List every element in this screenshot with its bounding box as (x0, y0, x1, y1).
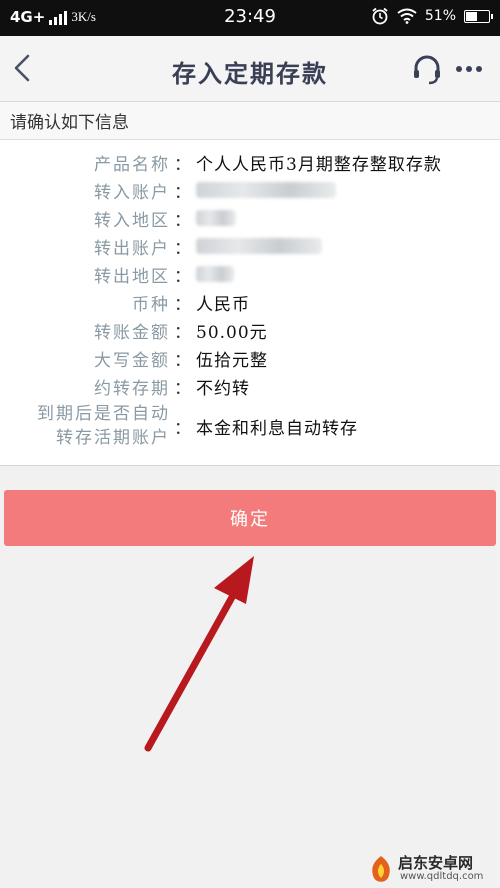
battery-fill (466, 11, 477, 21)
detail-key: 到期后是否自动 转存活期账户 (37, 402, 170, 450)
detail-value-redacted (196, 234, 322, 259)
detail-key: 转入地区 (94, 211, 170, 231)
detail-row-from-account: 转出账户 ： (0, 234, 500, 262)
detail-colon: ： (174, 295, 191, 315)
watermark-url: www.qdltdq.com (400, 871, 484, 882)
detail-colon: ： (174, 267, 191, 287)
detail-key: 约转存期 (94, 379, 170, 399)
more-icon[interactable] (452, 52, 486, 86)
watermark-name: 启东安卓网 (398, 854, 474, 872)
detail-value: 本金和利息自动转存 (196, 419, 358, 439)
detail-key: 产品名称 (94, 155, 170, 175)
detail-value: 伍拾元整 (196, 351, 268, 371)
detail-key: 转入账户 (94, 183, 170, 203)
detail-row-auto-rollover: 到期后是否自动 转存活期账户 ： 本金和利息自动转存 (0, 402, 500, 454)
detail-colon: ： (174, 379, 191, 399)
details-panel: 产品名称 ： 个人人民币3月期整存整取存款 转入账户 ： 转入地区 ： 转出账户… (0, 140, 500, 466)
watermark: 启东安卓网 www.qdltdq.com (368, 852, 498, 886)
detail-key: 转出账户 (94, 239, 170, 259)
detail-row-to-region: 转入地区 ： (0, 206, 500, 234)
detail-value: 不约转 (196, 379, 250, 399)
detail-key-line1: 到期后是否自动 (37, 404, 170, 424)
detail-colon: ： (174, 351, 191, 371)
detail-colon: ： (174, 323, 191, 343)
detail-key: 大写金额 (94, 351, 170, 371)
confirm-button[interactable]: 确定 (4, 490, 496, 546)
detail-value: 人民币 (196, 295, 250, 315)
detail-value-redacted (196, 206, 236, 231)
detail-colon: ： (174, 239, 191, 259)
detail-value: 个人人民币3月期整存整取存款 (196, 155, 442, 175)
app-header: 存入定期存款 (0, 36, 500, 102)
detail-value-redacted (196, 262, 234, 287)
customer-service-icon[interactable] (410, 52, 444, 86)
detail-row-rollover-term: 约转存期 ： 不约转 (0, 374, 500, 402)
detail-colon: ： (174, 419, 191, 439)
detail-key-line2: 转存活期账户 (56, 428, 170, 448)
status-right: 51% (371, 7, 493, 25)
status-bar: 4G+ 3K/s 23:49 51% (0, 0, 500, 36)
detail-colon: ： (174, 183, 191, 203)
detail-key: 币种 (132, 295, 170, 315)
alarm-icon (372, 7, 388, 25)
detail-colon: ： (174, 155, 191, 175)
detail-row-to-account: 转入账户 ： (0, 178, 500, 206)
detail-value-redacted (196, 178, 336, 203)
watermark-logo-icon (372, 856, 390, 882)
detail-value: 50.00元 (196, 323, 268, 343)
confirm-info-label: 请确认如下信息 (0, 102, 500, 140)
detail-row-amount: 转账金额 ： 50.00元 (0, 318, 500, 346)
battery-icon (464, 9, 493, 23)
detail-key: 转账金额 (94, 323, 170, 343)
detail-row-amount-words: 大写金额 ： 伍拾元整 (0, 346, 500, 374)
detail-row-from-region: 转出地区 ： (0, 262, 500, 290)
wifi-icon (397, 8, 417, 24)
detail-colon: ： (174, 211, 191, 231)
battery-percent: 51% (424, 8, 456, 24)
detail-row-currency: 币种 ： 人民币 (0, 290, 500, 318)
detail-key: 转出地区 (94, 267, 170, 287)
detail-row-product: 产品名称 ： 个人人民币3月期整存整取存款 (0, 150, 500, 178)
